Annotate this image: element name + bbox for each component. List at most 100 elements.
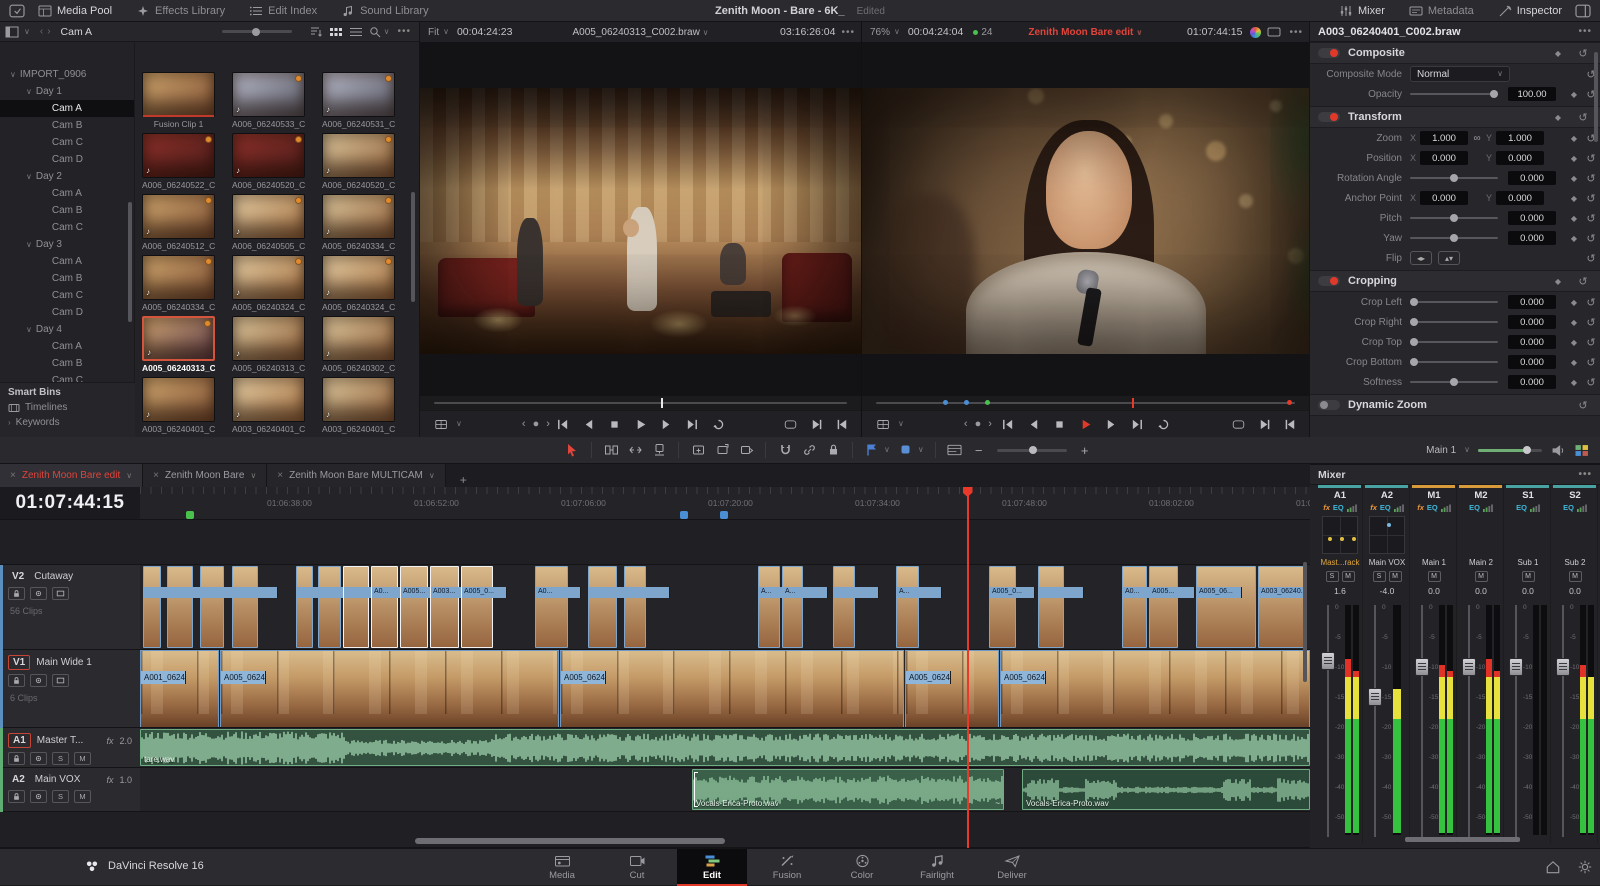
channel-fx-label[interactable]: fx xyxy=(1417,503,1424,512)
tab-chevron[interactable]: ∨ xyxy=(250,472,256,480)
channel-mute-button[interactable]: M xyxy=(1569,571,1582,582)
param-value[interactable]: 0.000 xyxy=(1508,335,1556,349)
loop-button[interactable] xyxy=(708,415,730,433)
play-button[interactable] xyxy=(1075,415,1097,433)
timeline-tab[interactable]: ×Zenith Moon Bare edit∨ xyxy=(0,464,143,487)
v2-clip[interactable] xyxy=(232,566,258,648)
media-clip-thumb[interactable] xyxy=(142,72,215,117)
flip-vertical-button[interactable]: ▴▾ xyxy=(1438,251,1460,265)
mixer-hscrollbar[interactable] xyxy=(1405,837,1520,842)
timeline-hscrollbar[interactable] xyxy=(415,838,725,844)
param-value[interactable]: 0.000 xyxy=(1508,375,1556,389)
v2-clip[interactable] xyxy=(200,566,224,648)
mixer-options-icon[interactable]: ••• xyxy=(1578,469,1592,480)
v2-clip[interactable] xyxy=(343,566,369,648)
thumb-size-slider[interactable] xyxy=(222,30,292,33)
track-lock-icon[interactable] xyxy=(8,790,25,803)
media-clip-thumb[interactable]: ♪ xyxy=(142,255,215,300)
track-header[interactable]: A2Main VOXfx1.0SM xyxy=(0,768,140,812)
media-clip-thumb[interactable]: ♪ xyxy=(232,377,305,422)
param-x-value[interactable]: 0.000 xyxy=(1420,191,1468,205)
timeline-marker[interactable] xyxy=(186,511,194,519)
loop-button[interactable] xyxy=(1153,415,1175,433)
param-slider[interactable] xyxy=(1410,177,1498,179)
media-clip-thumb[interactable]: ♪ xyxy=(322,194,395,239)
tab-chevron[interactable]: ∨ xyxy=(126,472,132,480)
v2-clip[interactable] xyxy=(318,566,341,648)
track-autoselect-icon[interactable] xyxy=(30,587,47,600)
slider-handle[interactable] xyxy=(1450,214,1458,222)
param-reset-icon[interactable]: ↺ xyxy=(1582,336,1600,349)
audio-bus-chevron[interactable]: ∨ xyxy=(1464,446,1470,454)
v2-clip[interactable]: A0... xyxy=(1122,566,1147,648)
timeline-options-tool[interactable] xyxy=(943,440,967,460)
channel-mute-button[interactable]: M xyxy=(1342,571,1355,582)
v2-clip[interactable] xyxy=(167,566,193,648)
bin-item-import_0906[interactable]: ∨IMPORT_0906 xyxy=(0,66,135,83)
trim-edit-tool[interactable] xyxy=(599,440,623,460)
slider-handle[interactable] xyxy=(1450,378,1458,386)
track-destination-icon[interactable] xyxy=(52,674,69,687)
bin-item-cam-b[interactable]: ∨Cam B xyxy=(0,270,135,287)
active-timeline-name[interactable]: Zenith Moon Bare edit ∨ xyxy=(862,27,1309,38)
grid-view-icon[interactable] xyxy=(326,26,346,38)
inspector-section-dynamic-zoom[interactable]: Dynamic Zoom↺ xyxy=(1310,394,1600,416)
bin-item-cam-a[interactable]: ∨Cam A xyxy=(0,185,135,202)
list-view-icon[interactable] xyxy=(346,26,366,38)
slider-handle[interactable] xyxy=(1410,358,1418,366)
smart-bin-timelines[interactable]: Timelines xyxy=(0,400,135,415)
track-autoselect-icon[interactable] xyxy=(30,674,47,687)
go-to-last-frame-button[interactable] xyxy=(682,415,704,433)
channel-pan-control[interactable] xyxy=(1369,516,1405,554)
project-manager-icon[interactable] xyxy=(1545,860,1561,874)
bin-item-cam-b[interactable]: ∨Cam B xyxy=(0,202,135,219)
razor-tool[interactable] xyxy=(647,440,671,460)
param-keyframe-icon[interactable]: ◆ xyxy=(1566,134,1582,143)
channel-pan-control[interactable] xyxy=(1322,516,1358,554)
v2-clip[interactable] xyxy=(296,566,313,648)
media-clip-thumb[interactable]: ♪ xyxy=(232,133,305,178)
track-header[interactable]: V2Cutaway56 Clips xyxy=(0,565,140,650)
channel-mute-button[interactable]: M xyxy=(1389,571,1402,582)
insert-clip-tool[interactable] xyxy=(686,440,710,460)
tab-chevron[interactable]: ∨ xyxy=(429,472,435,480)
media-clip-thumb[interactable]: ♪ xyxy=(322,255,395,300)
replace-clip-tool[interactable] xyxy=(734,440,758,460)
media-clip-thumb[interactable]: ♪ xyxy=(232,194,305,239)
param-y-value[interactable]: 0.000 xyxy=(1496,151,1544,165)
bin-item-cam-a[interactable]: ∨Cam A xyxy=(0,100,135,117)
fader-handle[interactable] xyxy=(1462,658,1476,676)
channel-eq-label[interactable]: EQ xyxy=(1469,503,1480,512)
channel-eq-label[interactable]: EQ xyxy=(1563,503,1574,512)
window-panel-icon[interactable] xyxy=(0,4,26,18)
a2-clip[interactable]: Vocals-Erica-Proto.wav xyxy=(1022,769,1310,810)
v2-clip[interactable]: A003_06240... xyxy=(1258,566,1305,648)
slider-handle[interactable] xyxy=(1410,338,1418,346)
zoom-slider-handle[interactable] xyxy=(1029,446,1037,454)
channel-solo-button[interactable]: S xyxy=(1326,571,1339,582)
bin-item-cam-c[interactable]: ∨Cam C xyxy=(0,219,135,236)
v2-clip[interactable]: A005... xyxy=(1149,566,1178,648)
param-x-value[interactable]: 0.000 xyxy=(1420,151,1468,165)
param-keyframe-icon[interactable]: ◆ xyxy=(1566,214,1582,223)
v2-clip[interactable]: A... xyxy=(758,566,780,648)
param-value[interactable]: 0.000 xyxy=(1508,355,1556,369)
smart-bin-keywords[interactable]: ›Keywords xyxy=(0,415,135,430)
tab-close-icon[interactable]: × xyxy=(277,470,283,481)
stop-button[interactable] xyxy=(604,415,626,433)
v2-clip[interactable]: A0... xyxy=(535,566,568,648)
v2-clip[interactable]: A... xyxy=(782,566,803,648)
slider-handle[interactable] xyxy=(1490,90,1498,98)
param-reset-icon[interactable]: ↺ xyxy=(1582,192,1600,205)
marker-tool[interactable] xyxy=(894,440,918,460)
timeline-marker[interactable] xyxy=(720,511,728,519)
page-deliver[interactable]: Deliver xyxy=(977,849,1047,886)
bin-item-day-3[interactable]: ∨Day 3 xyxy=(0,236,135,253)
param-slider[interactable] xyxy=(1410,301,1498,303)
monitor-volume-slider[interactable] xyxy=(1478,449,1542,452)
track-id[interactable]: V2 xyxy=(8,570,28,583)
slider-handle[interactable] xyxy=(1410,298,1418,306)
inspector-section-cropping[interactable]: Cropping◆↺ xyxy=(1310,270,1600,292)
audio-bus-label[interactable]: Main 1 xyxy=(1426,445,1456,456)
param-keyframe-icon[interactable]: ◆ xyxy=(1566,338,1582,347)
